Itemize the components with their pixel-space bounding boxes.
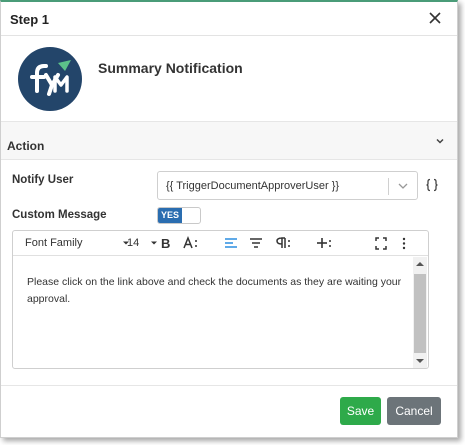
scroll-down-icon[interactable] xyxy=(415,357,425,365)
font-family-dropdown[interactable]: Font Family xyxy=(25,231,130,256)
chevron-down-icon xyxy=(436,138,444,144)
save-button[interactable]: Save xyxy=(340,397,381,425)
scroll-thumb[interactable] xyxy=(414,274,426,353)
fullscreen-icon xyxy=(375,237,387,250)
more-options-button[interactable] xyxy=(400,231,408,256)
action-section-header[interactable]: Action xyxy=(1,122,457,160)
font-size-dropdown[interactable]: 14 xyxy=(127,231,158,256)
list-button[interactable] xyxy=(249,231,263,256)
dialog-title-bar: Step 1 xyxy=(1,2,457,36)
footer-divider xyxy=(1,385,457,386)
notify-user-select[interactable]: {{ TriggerDocumentApproverUser }} xyxy=(157,171,418,200)
font-family-label: Font Family xyxy=(25,237,83,249)
notify-user-label: Notify User xyxy=(12,174,74,186)
message-editor: Font Family 14 B Please click on the lin… xyxy=(12,230,429,369)
plus-icon xyxy=(317,238,331,248)
align-left-button[interactable] xyxy=(224,231,238,256)
align-left-icon xyxy=(225,238,237,248)
custom-message-label: Custom Message xyxy=(12,209,107,221)
chevron-down-icon xyxy=(398,183,408,189)
step-header: Summary Notification xyxy=(1,36,457,122)
paragraph-icon xyxy=(276,237,290,248)
fym-logo-icon xyxy=(18,47,82,111)
scroll-up-icon[interactable] xyxy=(415,260,425,268)
section-title: Action xyxy=(7,139,45,153)
insert-button[interactable] xyxy=(315,231,333,256)
paragraph-button[interactable] xyxy=(274,231,292,256)
font-size-value: 14 xyxy=(127,237,140,249)
notify-user-value: {{ TriggerDocumentApproverUser }} xyxy=(166,180,340,192)
variable-braces-icon[interactable] xyxy=(425,178,439,192)
close-button[interactable] xyxy=(427,8,443,28)
fullscreen-button[interactable] xyxy=(375,231,387,256)
text-style-icon xyxy=(183,235,197,249)
toggle-state: YES xyxy=(158,208,182,223)
dialog-title: Step 1 xyxy=(10,12,50,27)
caret-down-icon xyxy=(151,241,158,245)
step-title: Summary Notification xyxy=(98,60,243,76)
step-dialog: Step 1 Summary Notification Action Notif… xyxy=(0,0,458,438)
list-icon xyxy=(250,238,262,248)
custom-message-toggle[interactable]: YES xyxy=(157,207,201,224)
text-style-button[interactable] xyxy=(182,231,200,256)
select-separator xyxy=(388,178,389,195)
editor-content[interactable]: Please click on the link above and check… xyxy=(27,274,407,308)
cancel-button[interactable]: Cancel xyxy=(387,397,441,425)
close-icon xyxy=(429,12,441,24)
bold-button[interactable]: B xyxy=(161,231,170,256)
more-vertical-icon xyxy=(402,237,406,250)
editor-scrollbar[interactable] xyxy=(413,257,427,368)
editor-toolbar: Font Family 14 B xyxy=(13,231,428,256)
